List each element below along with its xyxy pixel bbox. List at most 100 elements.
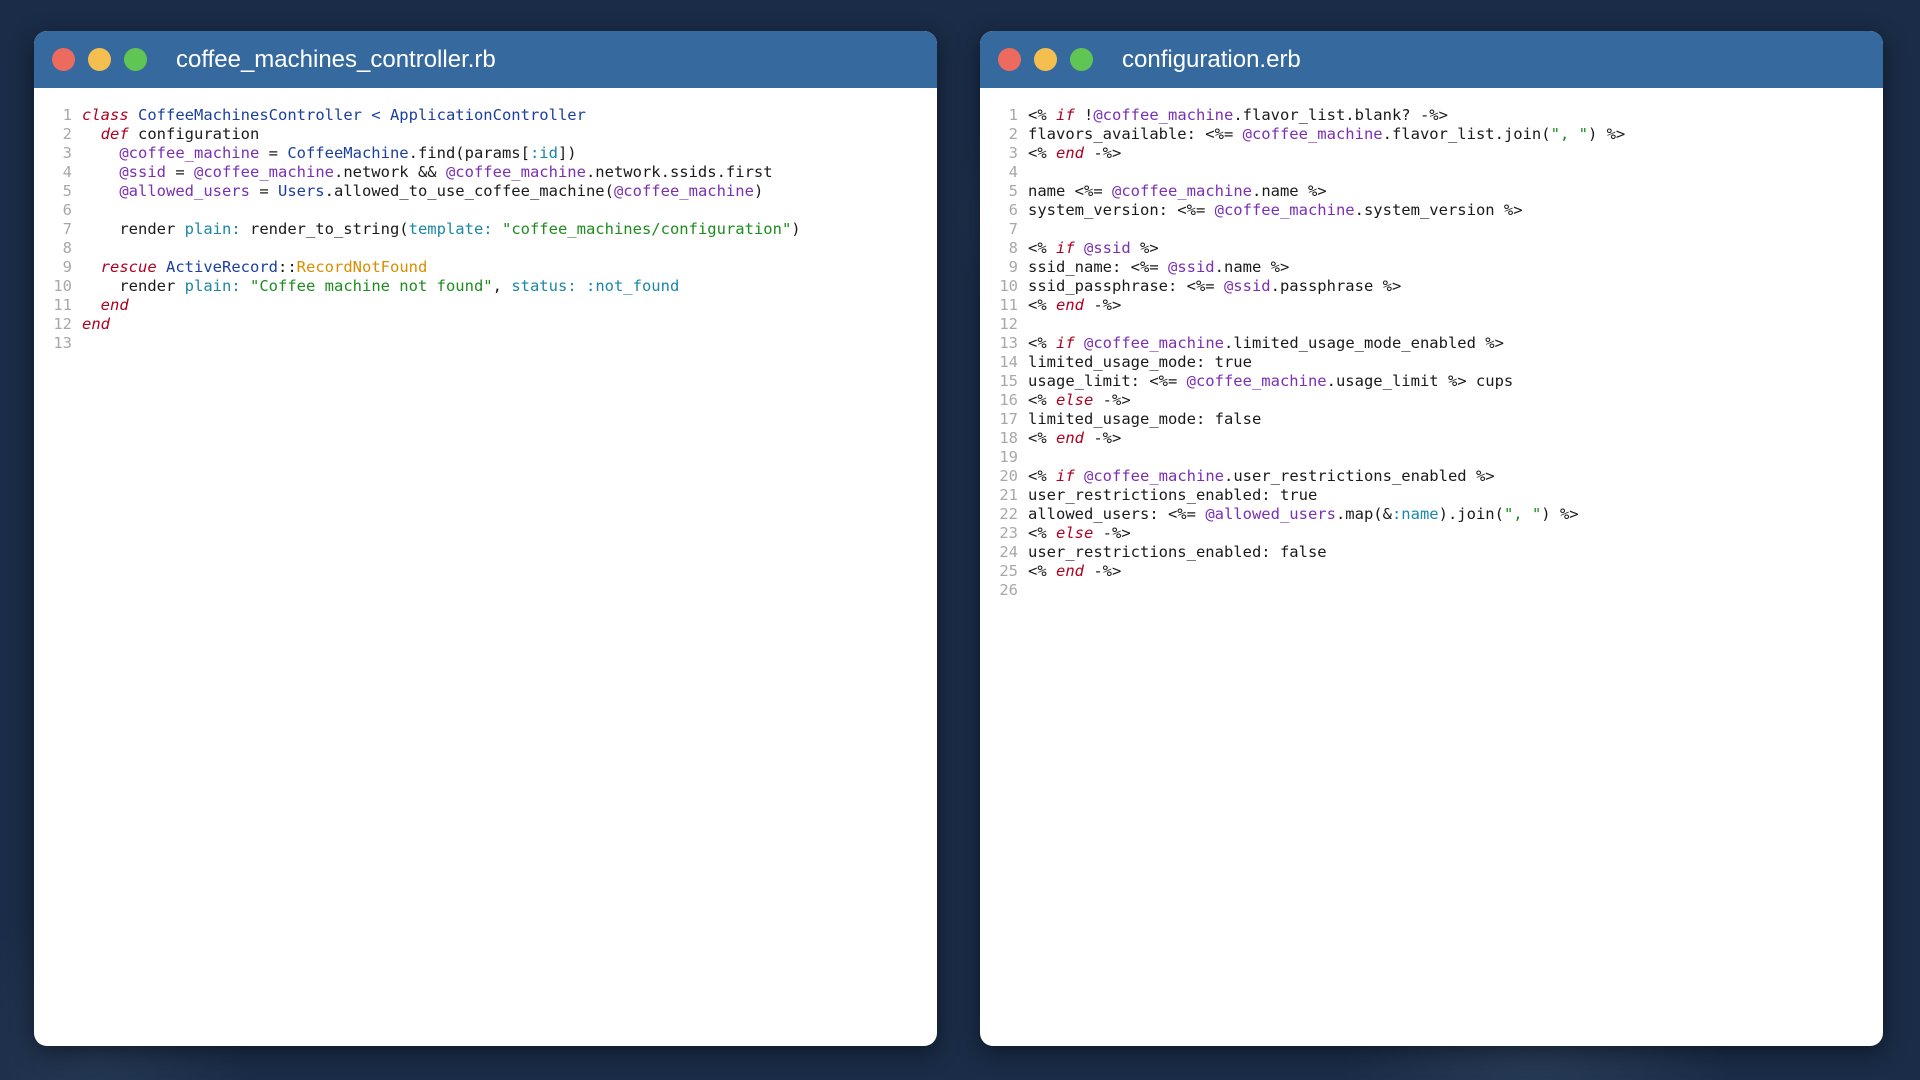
code-token: user_restrictions_enabled: false xyxy=(1028,543,1327,561)
line-number: 20 xyxy=(999,467,1018,485)
code-line[interactable]: 16 <% else -%> xyxy=(980,391,1883,410)
code-text: @allowed_users = Users.allowed_to_use_co… xyxy=(82,182,763,201)
minimize-window-button[interactable] xyxy=(88,48,111,71)
code-line[interactable]: 5 name <%= @coffee_machine.name %> xyxy=(980,182,1883,201)
code-line[interactable]: 2 flavors_available: <%= @coffee_machine.… xyxy=(980,125,1883,144)
code-token: .find(params[ xyxy=(408,144,530,162)
code-token: -%> xyxy=(1084,562,1122,580)
code-line[interactable]: 12 xyxy=(980,315,1883,334)
line-number: 1 xyxy=(1008,106,1018,124)
code-line[interactable]: 6 system_version: <%= @coffee_machine.sys… xyxy=(980,201,1883,220)
code-token: @coffee_machine xyxy=(119,144,260,162)
code-line[interactable]: 26 xyxy=(980,581,1883,600)
code-text: name <%= @coffee_machine.name %> xyxy=(1028,182,1327,201)
code-text: user_restrictions_enabled: true xyxy=(1028,486,1317,505)
code-text: limited_usage_mode: false xyxy=(1028,410,1261,429)
code-line[interactable]: 7 xyxy=(980,220,1883,239)
line-number: 13 xyxy=(53,334,72,352)
code-line[interactable]: 9 ssid_name: <%= @ssid.name %> xyxy=(980,258,1883,277)
code-line[interactable]: 4 @ssid = @coffee_machine.network && @co… xyxy=(34,163,937,182)
code-line[interactable]: 11 end xyxy=(34,296,937,315)
close-window-button[interactable] xyxy=(998,48,1021,71)
window-titlebar[interactable]: configuration.erb xyxy=(980,31,1883,88)
code-token: allowed_users: <%= xyxy=(1028,505,1206,523)
code-line[interactable]: 10 ssid_passphrase: <%= @ssid.passphrase … xyxy=(980,277,1883,296)
code-line[interactable]: 1 class CoffeeMachinesController < Applic… xyxy=(34,106,937,125)
code-token: <% xyxy=(1028,239,1056,257)
code-token: end xyxy=(1056,562,1084,580)
line-number: 1 xyxy=(62,106,72,124)
code-token: -%> xyxy=(1084,144,1122,162)
code-token: :name xyxy=(1391,505,1439,523)
code-token: CoffeeMachine xyxy=(287,144,409,162)
code-token: render xyxy=(82,220,185,238)
code-line[interactable]: 1 <% if !@coffee_machine.flavor_list.blan… xyxy=(980,106,1883,125)
code-token: RecordNotFound xyxy=(296,258,428,276)
code-token: @allowed_users xyxy=(119,182,250,200)
code-line[interactable]: 19 xyxy=(980,448,1883,467)
line-number: 11 xyxy=(53,296,72,314)
editor-window-template: configuration.erb 1 <% if !@coffee_machin… xyxy=(980,31,1883,1046)
code-text: render plain: render_to_string(template:… xyxy=(82,220,801,239)
code-line[interactable]: 22 allowed_users: <%= @allowed_users.map(… xyxy=(980,505,1883,524)
close-window-button[interactable] xyxy=(52,48,75,71)
code-token: .network && xyxy=(333,163,446,181)
code-token: @coffee_machine xyxy=(1093,106,1234,124)
line-number: 13 xyxy=(999,334,1018,352)
window-titlebar[interactable]: coffee_machines_controller.rb xyxy=(34,31,937,88)
code-line[interactable]: 9 rescue ActiveRecord::RecordNotFound xyxy=(34,258,937,277)
code-line[interactable]: 8 <% if @ssid %> xyxy=(980,239,1883,258)
code-line[interactable]: 25 <% end -%> xyxy=(980,562,1883,581)
code-text: @coffee_machine = CoffeeMachine.find(par… xyxy=(82,144,576,163)
code-editor[interactable]: 1 <% if !@coffee_machine.flavor_list.blan… xyxy=(980,88,1883,600)
code-line[interactable]: 15 usage_limit: <%= @coffee_machine.usage… xyxy=(980,372,1883,391)
code-token: %> xyxy=(1130,239,1159,257)
code-token: render xyxy=(82,277,185,295)
line-number: 10 xyxy=(53,277,72,295)
code-line[interactable]: 13 xyxy=(34,334,937,353)
code-line[interactable]: 7 render plain: render_to_string(templat… xyxy=(34,220,937,239)
code-token: flavors_available: <%= xyxy=(1028,125,1243,143)
code-line[interactable]: 5 @allowed_users = Users.allowed_to_use_… xyxy=(34,182,937,201)
code-token: -%> xyxy=(1093,524,1131,542)
code-line[interactable]: 20 <% if @coffee_machine.user_restriction… xyxy=(980,467,1883,486)
line-number: 16 xyxy=(999,391,1018,409)
code-text: end xyxy=(82,296,129,315)
code-line[interactable]: 21 user_restrictions_enabled: true xyxy=(980,486,1883,505)
window-title: configuration.erb xyxy=(1122,45,1301,73)
code-line[interactable]: 8 xyxy=(34,239,937,258)
code-editor[interactable]: 1 class CoffeeMachinesController < Applic… xyxy=(34,88,937,353)
code-line[interactable]: 11 <% end -%> xyxy=(980,296,1883,315)
code-line[interactable]: 17 limited_usage_mode: false xyxy=(980,410,1883,429)
code-line[interactable]: 4 xyxy=(980,163,1883,182)
code-line[interactable]: 2 def configuration xyxy=(34,125,937,144)
code-token: ", " xyxy=(1550,125,1588,143)
code-line[interactable]: 3 <% end -%> xyxy=(980,144,1883,163)
line-number: 8 xyxy=(62,239,72,257)
minimize-window-button[interactable] xyxy=(1034,48,1057,71)
code-text: <% if @coffee_machine.user_restrictions_… xyxy=(1028,467,1495,486)
code-token: @ssid xyxy=(1084,239,1131,257)
code-line[interactable]: 24 user_restrictions_enabled: false xyxy=(980,543,1883,562)
zoom-window-button[interactable] xyxy=(1070,48,1093,71)
line-number: 14 xyxy=(999,353,1018,371)
code-token: ) xyxy=(791,220,801,238)
code-line[interactable]: 6 xyxy=(34,201,937,220)
code-line[interactable]: 10 render plain: "Coffee machine not fou… xyxy=(34,277,937,296)
code-line[interactable]: 14 limited_usage_mode: true xyxy=(980,353,1883,372)
zoom-window-button[interactable] xyxy=(124,48,147,71)
code-text: <% else -%> xyxy=(1028,391,1131,410)
code-token: else xyxy=(1056,524,1094,542)
line-number: 22 xyxy=(999,505,1018,523)
code-token: :id xyxy=(529,144,558,162)
code-line[interactable]: 13 <% if @coffee_machine.limited_usage_mo… xyxy=(980,334,1883,353)
code-line[interactable]: 23 <% else -%> xyxy=(980,524,1883,543)
line-number: 19 xyxy=(999,448,1018,466)
code-line[interactable]: 12 end xyxy=(34,315,937,334)
code-line[interactable]: 3 @coffee_machine = CoffeeMachine.find(p… xyxy=(34,144,937,163)
code-token: name <%= xyxy=(1028,182,1112,200)
code-line[interactable]: 18 <% end -%> xyxy=(980,429,1883,448)
